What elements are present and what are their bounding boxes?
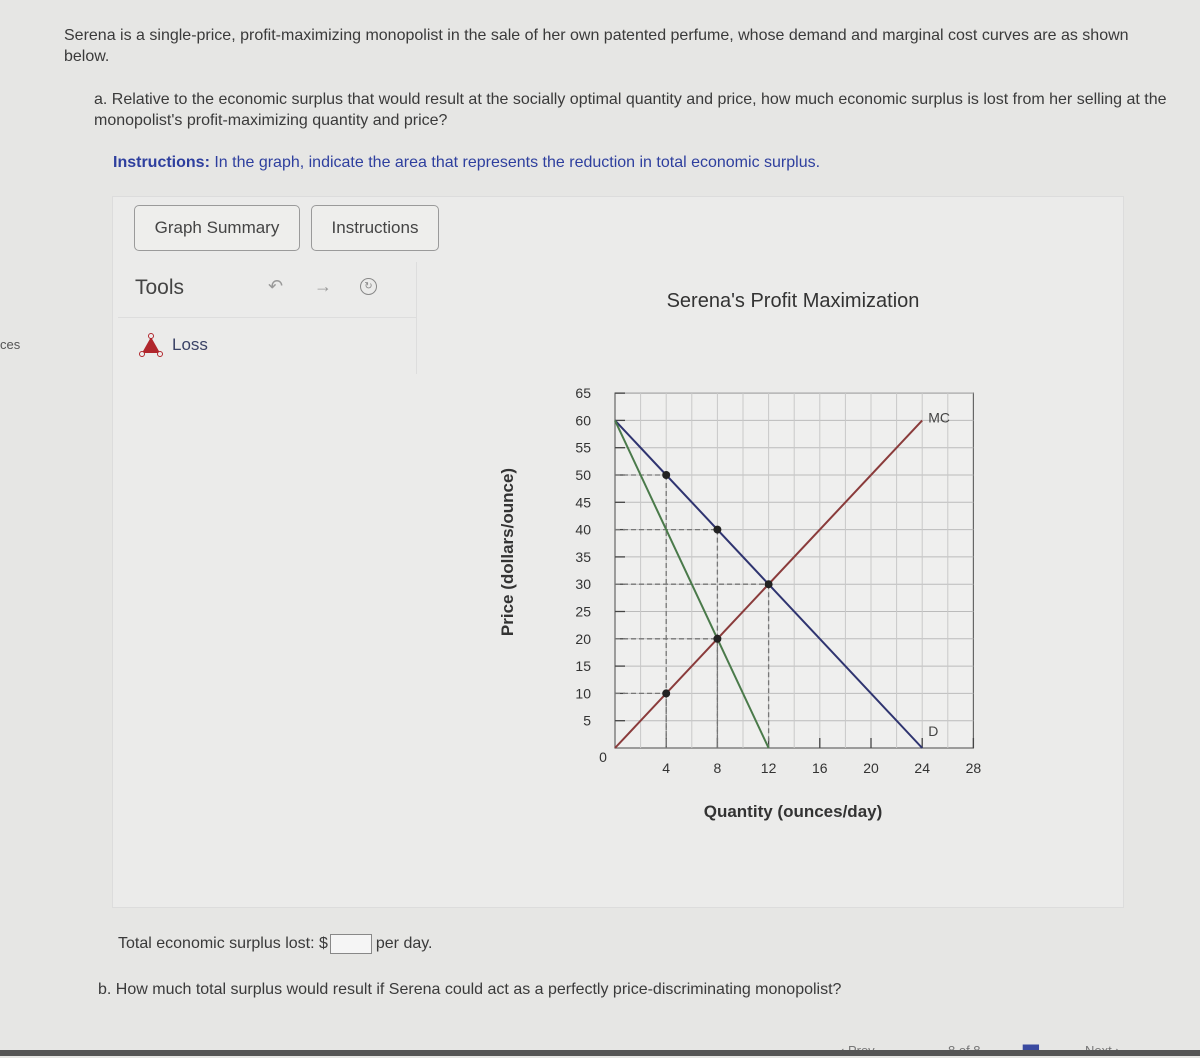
tools-panel: Tools ↶ → ↻ Loss [118,262,417,374]
footer-bar [0,1050,1200,1056]
x-tick-label: 20 [863,760,879,776]
y-tick-label: 45 [575,494,591,510]
instructions-label: Instructions: [113,154,210,171]
y-tick-label: 25 [575,604,591,620]
instructions-button[interactable]: Instructions [311,205,439,251]
question-part-a: a. Relative to the economic surplus that… [94,91,1167,129]
tool-item-label: Loss [172,335,208,354]
y-tick-label: 65 [575,385,591,401]
triangle-polygon-tool-icon [139,333,163,357]
tool-item-loss[interactable]: Loss [138,332,208,358]
origin-label: 0 [599,749,607,765]
redo-icon[interactable]: → [314,276,332,297]
y-tick-label: 55 [575,440,591,456]
x-tick-label: 16 [812,760,828,776]
data-point [764,580,773,589]
instructions-body: In the graph, indicate the area that rep… [209,154,821,171]
x-tick-label: 8 [714,760,722,776]
y-tick-label: 15 [575,658,591,674]
tools-header: Tools ↶ → ↻ [118,262,416,318]
x-tick-label: 12 [761,760,777,776]
chart[interactable]: 5 10 15 20 25 30 35 40 45 50 55 60 65 4 8 12 16 20 24 28 0 D M… [540,380,1000,780]
answer-row: Total economic surplus lost: $ per day. [118,933,433,954]
instructions-text: Instructions: In the graph, indicate the… [113,154,820,172]
chart-title: Serena's Profit Maximization [666,290,920,312]
surplus-lost-input[interactable] [329,933,372,954]
question-intro: Serena is a single-price, profit-maximiz… [64,27,1129,65]
graph-summary-button[interactable]: Graph Summary [134,205,300,251]
tools-title: Tools [135,276,185,299]
reset-icon[interactable]: ↻ [360,278,377,295]
y-tick-label: 50 [575,467,591,483]
y-tick-label: 35 [575,549,591,565]
curve-d-label: D [928,723,938,739]
y-tick-label: 60 [575,412,591,428]
x-tick-label: 24 [914,760,930,776]
chart-plot[interactable]: 5 10 15 20 25 30 35 40 45 50 55 60 65 4 8 12 16 20 24 28 0 D M… [540,380,1000,780]
data-point [662,471,671,479]
data-point [713,525,722,534]
x-tick-label: 28 [966,760,982,776]
sidebar-fragment: ces [0,337,21,352]
data-point [713,634,722,643]
undo-icon[interactable]: ↶ [268,276,283,297]
curve-mc-label: MC [928,409,950,425]
x-axis-label: Quantity (ounces/day) [703,802,883,821]
y-tick-label: 40 [575,522,591,538]
y-tick-label: 20 [575,631,591,647]
y-axis-label: Price (dollars/ounce) [498,467,517,637]
data-point [662,689,671,698]
question-part-b: b. How much total surplus would result i… [98,981,842,998]
y-tick-label: 30 [575,576,591,592]
y-tick-label: 10 [575,685,591,701]
x-tick-label: 4 [662,760,670,776]
answer-suffix: per day. [375,935,433,952]
y-tick-label: 5 [583,713,591,729]
answer-prefix: Total economic surplus lost: $ [118,935,328,952]
